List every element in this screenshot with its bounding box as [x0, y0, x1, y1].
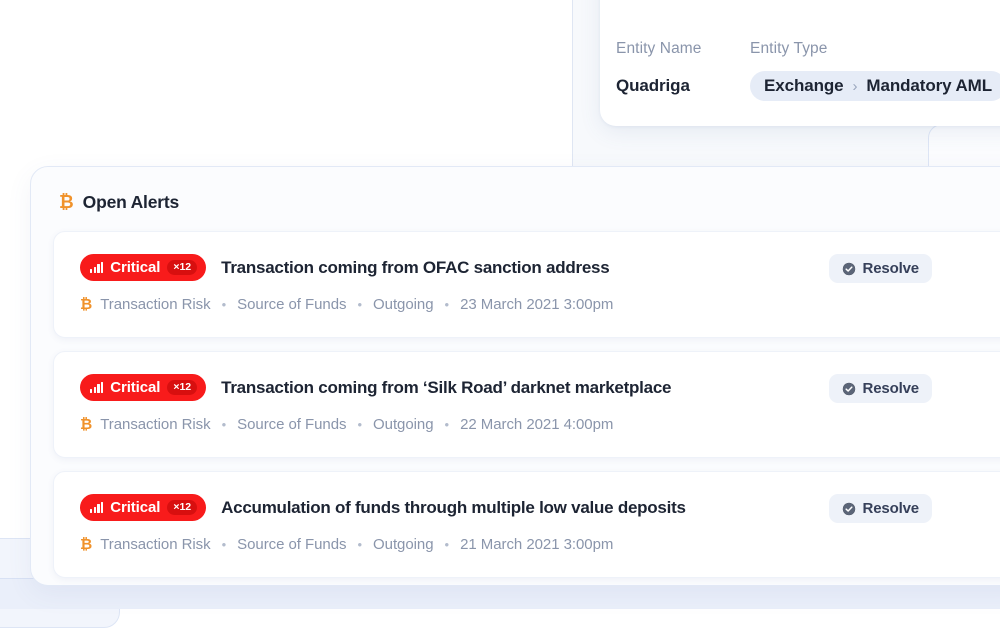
resolve-button[interactable]: Resolve: [828, 494, 932, 523]
entity-type-primary: Exchange: [764, 76, 844, 95]
signal-bars-icon: [90, 382, 104, 393]
panel-title: Open Alerts: [82, 191, 180, 212]
alert-subcategory: Source of Funds: [237, 416, 347, 433]
alert-direction: Outgoing: [373, 296, 434, 313]
meta-separator: •: [357, 297, 363, 312]
bitcoin-icon: ₿: [80, 296, 93, 313]
severity-count-badge: ×12: [167, 260, 198, 275]
meta-separator: •: [221, 297, 227, 312]
severity-label: Critical: [110, 499, 161, 516]
entity-type-secondary: Mandatory AML: [866, 76, 992, 95]
alert-meta-row: ₿ Transaction Risk • Source of Funds • O…: [80, 416, 1000, 433]
meta-separator: •: [357, 417, 363, 432]
resolve-button[interactable]: Resolve: [828, 254, 932, 283]
alert-card-0[interactable]: Critical ×12 Transaction coming from OFA…: [53, 231, 1000, 338]
entity-name-value: Quadriga: [616, 76, 690, 95]
meta-separator: •: [444, 537, 450, 552]
alert-category: Transaction Risk: [100, 536, 211, 553]
severity-count-badge: ×12: [167, 380, 198, 395]
bitcoin-icon: ₿: [80, 536, 93, 553]
entity-type-chip[interactable]: Exchange › Mandatory AML: [750, 71, 1000, 101]
severity-label: Critical: [110, 379, 161, 396]
severity-badge: Critical ×12: [80, 374, 207, 401]
check-circle-icon: [842, 262, 855, 275]
resolve-button-label: Resolve: [862, 260, 920, 277]
meta-separator: •: [444, 417, 450, 432]
alert-meta-row: ₿ Transaction Risk • Source of Funds • O…: [80, 296, 1000, 313]
meta-separator: •: [357, 537, 363, 552]
alerts-list: Critical ×12 Transaction coming from OFA…: [31, 231, 1000, 578]
alert-card-2[interactable]: Critical ×12 Accumulation of funds throu…: [53, 471, 1000, 578]
alert-timestamp: 21 March 2021 3:00pm: [460, 536, 614, 553]
entity-name-label: Entity Name: [616, 40, 702, 57]
signal-bars-icon: [90, 502, 104, 513]
panel-header: ₿ Open Alerts: [31, 189, 1000, 215]
meta-separator: •: [444, 297, 450, 312]
signal-bars-icon: [90, 262, 104, 273]
alert-category: Transaction Risk: [100, 296, 211, 313]
alert-category: Transaction Risk: [100, 416, 211, 433]
alert-card-1[interactable]: Critical ×12 Transaction coming from ‘Si…: [53, 351, 1000, 458]
alert-direction: Outgoing: [373, 416, 434, 433]
alert-subcategory: Source of Funds: [237, 296, 347, 313]
meta-separator: •: [221, 417, 227, 432]
alert-meta-row: ₿ Transaction Risk • Source of Funds • O…: [80, 536, 1000, 553]
alert-subcategory: Source of Funds: [237, 536, 347, 553]
meta-separator: •: [221, 537, 227, 552]
entity-labels-row: Entity Name Entity Type: [616, 38, 1000, 60]
check-circle-icon: [842, 382, 855, 395]
check-circle-icon: [842, 502, 855, 515]
entity-type-label: Entity Type: [750, 40, 828, 57]
bitcoin-icon: ₿: [59, 192, 74, 212]
severity-badge: Critical ×12: [80, 254, 207, 281]
alert-title: Transaction coming from ‘Silk Road’ dark…: [221, 377, 672, 397]
alert-timestamp: 23 March 2021 3:00pm: [460, 296, 614, 313]
bitcoin-icon: ₿: [80, 416, 93, 433]
alert-title: Accumulation of funds through multiple l…: [221, 497, 686, 517]
severity-badge: Critical ×12: [80, 494, 207, 521]
resolve-button[interactable]: Resolve: [828, 374, 932, 403]
resolve-button-label: Resolve: [862, 380, 920, 397]
app-canvas: Entity Name Entity Type Quadriga Exchang…: [0, 0, 1000, 628]
alert-timestamp: 22 March 2021 4:00pm: [460, 416, 614, 433]
chevron-right-icon: ›: [852, 77, 858, 95]
alert-title: Transaction coming from OFAC sanction ad…: [221, 257, 610, 277]
entity-values-row: Quadriga Exchange › Mandatory AML: [616, 71, 1000, 101]
entity-summary-card: Entity Name Entity Type Quadriga Exchang…: [600, 0, 1000, 126]
severity-count-badge: ×12: [167, 500, 198, 515]
resolve-button-label: Resolve: [862, 500, 920, 517]
open-alerts-panel: ₿ Open Alerts Critical ×12 Transaction c…: [30, 166, 1000, 586]
severity-label: Critical: [110, 259, 161, 276]
alert-direction: Outgoing: [373, 536, 434, 553]
